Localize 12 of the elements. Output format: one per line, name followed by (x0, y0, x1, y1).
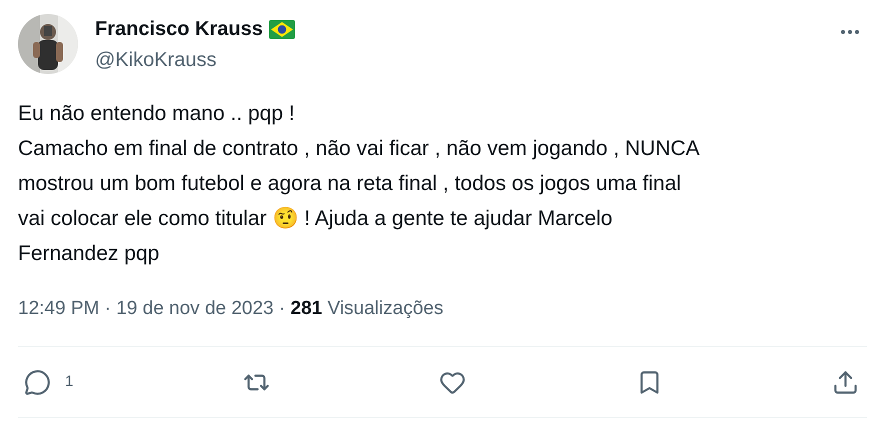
more-icon (841, 30, 859, 34)
more-button[interactable] (839, 28, 861, 36)
reply-button[interactable]: 1 (24, 368, 74, 396)
share-button[interactable] (832, 368, 859, 396)
author-handle[interactable]: @KikoKrauss (95, 46, 839, 74)
share-icon (832, 368, 859, 396)
flag-icon (268, 20, 295, 38)
tweet-text: Eu não entendo mano .. pqp ! (18, 101, 296, 127)
tweet-meta: 12:49 PM · 19 de nov de 2023 · 281 Visualizações (18, 298, 444, 319)
author-name[interactable]: Francisco Krauss (95, 15, 263, 43)
tweet-text: Camacho em final de contrato , não vai ficar , não vem jogando , NUNCA mostrou um bom futebol e agora na reta final , todos os jogos uma final vai colocar ele como titular 🤨 ! Ajuda a gente te ajudar Marcelo Fernandez pqp (18, 136, 700, 267)
speech-bubble-icon (24, 368, 51, 396)
